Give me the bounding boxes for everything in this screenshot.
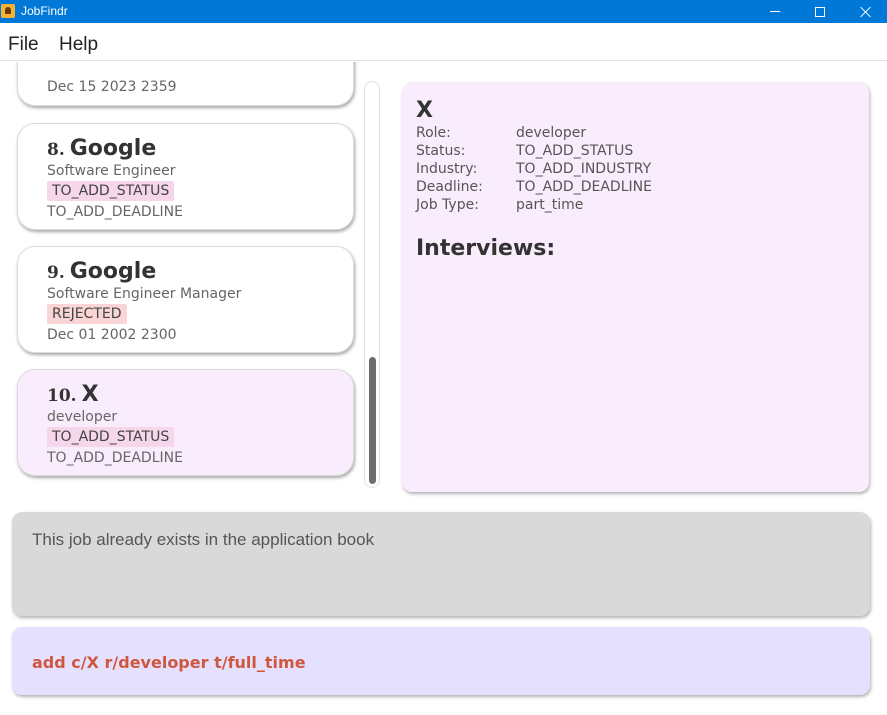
detail-row-status: Status: TO_ADD_STATUS (416, 143, 633, 159)
title-bar: JobFindr (0, 0, 887, 23)
detail-value: developer (516, 125, 587, 141)
window-title: JobFindr (21, 4, 68, 18)
result-message: This job already exists in the applicati… (32, 530, 375, 549)
job-card-deadline: Dec 15 2023 2359 (47, 79, 177, 95)
detail-label: Job Type: (416, 197, 479, 213)
command-input[interactable] (32, 651, 852, 673)
menu-help[interactable]: Help (59, 34, 98, 56)
job-card-status-badge: REJECTED (47, 304, 127, 324)
detail-label: Deadline: (416, 179, 483, 195)
minimize-icon (770, 11, 780, 12)
job-card-header: 10. X (47, 382, 99, 407)
menu-file[interactable]: File (8, 34, 39, 56)
detail-row-job-type: Job Type: part_time (416, 197, 583, 213)
detail-value: TO_ADD_INDUSTRY (516, 161, 652, 177)
job-card-deadline: TO_ADD_DEADLINE (47, 450, 183, 466)
job-card[interactable]: 9. Google Software Engineer Manager REJEC… (17, 246, 354, 353)
job-list-scrollbar-thumb[interactable] (369, 357, 376, 484)
maximize-button[interactable] (797, 0, 843, 23)
job-card-status-badge: TO_ADD_STATUS (47, 427, 175, 447)
job-card-company: Google (69, 259, 157, 284)
detail-label: Status: (416, 143, 466, 159)
command-box[interactable] (12, 627, 870, 695)
job-card-partial[interactable]: Dec 15 2023 2359 (17, 62, 354, 106)
job-list[interactable]: Dec 15 2023 2359 8. Google Software Engin… (0, 62, 360, 492)
result-display: This job already exists in the applicati… (12, 512, 870, 616)
minimize-button[interactable] (752, 0, 798, 23)
interviews-heading: Interviews: (416, 236, 556, 261)
job-card-selected[interactable]: 10. X developer TO_ADD_STATUS TO_ADD_DEAD… (17, 369, 354, 476)
detail-company: X (416, 98, 433, 123)
detail-value: TO_ADD_DEADLINE (516, 179, 652, 195)
detail-label: Role: (416, 125, 451, 141)
close-button[interactable] (843, 0, 887, 23)
close-icon (860, 6, 872, 18)
job-card-header: 9. Google (47, 259, 156, 284)
detail-row-role: Role: developer (416, 125, 586, 141)
menu-bar: File Help (0, 23, 887, 61)
job-card-company: X (81, 382, 99, 407)
job-card-role: developer (47, 409, 118, 425)
detail-value: part_time (516, 197, 584, 213)
detail-value: TO_ADD_STATUS (516, 143, 634, 159)
job-card-role: Software Engineer Manager (47, 286, 242, 302)
job-card-index: 10. (47, 386, 77, 406)
detail-row-industry: Industry: TO_ADD_INDUSTRY (416, 161, 651, 177)
job-card-deadline: TO_ADD_DEADLINE (47, 204, 183, 220)
detail-label: Industry: (416, 161, 478, 177)
job-card-status-badge: TO_ADD_STATUS (47, 181, 175, 201)
maximize-icon (815, 6, 825, 17)
job-detail-panel: X Role: developer Status: TO_ADD_STATUS In… (402, 82, 869, 492)
job-card-index: 8. (47, 140, 65, 160)
job-card-header: 8. Google (47, 136, 156, 161)
job-card-deadline: Dec 01 2002 2300 (47, 327, 177, 343)
job-card-role: Software Engineer (47, 163, 176, 179)
job-card-company: Google (69, 136, 157, 161)
job-card-index: 9. (47, 263, 65, 283)
app-icon (1, 4, 15, 18)
job-card[interactable]: 8. Google Software Engineer TO_ADD_STATUS… (17, 123, 354, 230)
detail-row-deadline: Deadline: TO_ADD_DEADLINE (416, 179, 652, 195)
